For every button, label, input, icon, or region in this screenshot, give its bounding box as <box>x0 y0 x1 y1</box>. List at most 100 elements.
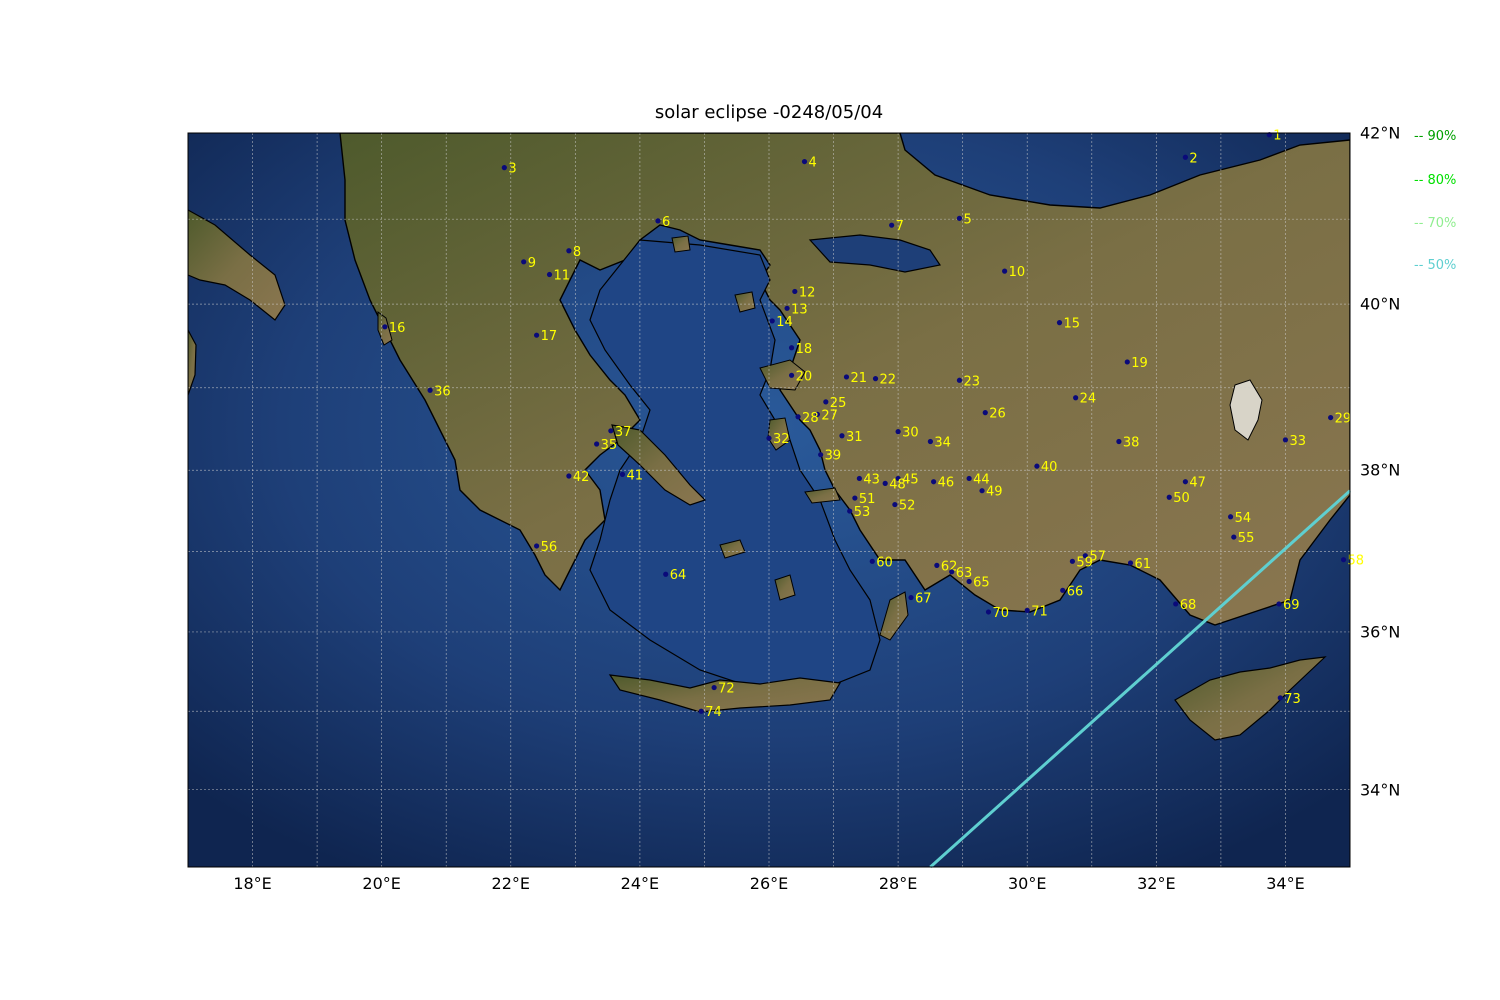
location-label: 59 <box>1076 555 1093 570</box>
location-point <box>1056 320 1063 326</box>
location-point <box>1182 154 1188 160</box>
x-tick-label: 30°E <box>1007 874 1047 893</box>
location-label: 8 <box>573 245 581 260</box>
location-point <box>769 318 775 324</box>
legend-entry: -- 80% <box>1414 173 1457 188</box>
location-point <box>949 569 955 575</box>
location-label: 73 <box>1284 692 1301 707</box>
location-label: 9 <box>528 256 536 271</box>
y-tick-label: 38°N <box>1360 460 1401 480</box>
location-point <box>1328 414 1334 421</box>
location-point <box>1231 534 1237 540</box>
location-label: 63 <box>956 566 973 581</box>
location-point <box>594 441 600 447</box>
location-point <box>1002 268 1008 274</box>
location-point <box>956 377 963 383</box>
location-point <box>869 558 875 564</box>
location-label: 56 <box>541 540 558 555</box>
location-point <box>801 158 808 165</box>
location-point <box>847 508 853 514</box>
location-label: 70 <box>992 606 1009 621</box>
location-label: 34 <box>934 436 951 451</box>
x-tick-label: 28°E <box>878 874 918 893</box>
location-point <box>382 324 388 330</box>
location-label: 31 <box>846 430 863 445</box>
location-point <box>934 562 940 568</box>
location-label: 55 <box>1238 531 1255 546</box>
location-label: 74 <box>705 705 722 720</box>
location-label: 6 <box>662 215 670 230</box>
location-point <box>566 473 572 479</box>
location-point <box>698 708 704 714</box>
location-point <box>889 222 895 228</box>
location-point <box>501 165 507 171</box>
location-label: 35 <box>601 438 618 453</box>
location-point <box>795 414 801 420</box>
location-point <box>1124 359 1130 365</box>
location-label: 53 <box>854 505 871 520</box>
location-label: 3 <box>508 162 516 177</box>
location-point <box>818 452 824 458</box>
location-label: 22 <box>880 373 897 388</box>
location-label: 10 <box>1009 265 1026 280</box>
x-tick-label: 34°E <box>1266 874 1305 893</box>
location-label: 65 <box>973 575 990 590</box>
location-label: 15 <box>1064 317 1081 332</box>
location-label: 39 <box>825 449 842 464</box>
location-point <box>966 475 972 482</box>
x-tick-label: 22°E <box>491 874 530 893</box>
location-label: 18 <box>796 342 813 357</box>
location-point <box>608 428 614 434</box>
location-point <box>534 332 540 338</box>
location-label: 43 <box>863 472 880 487</box>
location-label: 32 <box>773 432 790 447</box>
location-label: 16 <box>389 321 406 336</box>
location-point <box>1277 695 1283 701</box>
location-label: 64 <box>670 568 687 583</box>
location-label: 48 <box>889 477 906 492</box>
location-label: 61 <box>1135 557 1152 572</box>
location-point <box>1340 557 1347 563</box>
location-point <box>852 495 858 501</box>
location-point <box>711 684 717 691</box>
location-label: 13 <box>791 302 808 317</box>
location-label: 17 <box>541 329 558 344</box>
location-point <box>1282 437 1289 443</box>
location-point <box>655 218 661 224</box>
location-label: 38 <box>1123 436 1140 451</box>
location-point <box>1060 587 1066 593</box>
location-label: 26 <box>989 407 1006 422</box>
location-point <box>843 374 850 380</box>
location-point <box>872 376 879 382</box>
location-label: 40 <box>1041 460 1058 475</box>
location-label: 60 <box>876 555 893 570</box>
location-label: 69 <box>1283 598 1300 613</box>
location-point <box>546 271 553 278</box>
location-label: 36 <box>434 384 451 399</box>
location-point <box>1182 479 1188 485</box>
location-label: 66 <box>1067 584 1084 599</box>
location-point <box>856 475 862 482</box>
legend-entry: -- 70% <box>1414 216 1457 231</box>
location-point <box>1173 601 1179 607</box>
location-point <box>1127 560 1134 566</box>
location-label: 29 <box>1335 412 1352 427</box>
location-label: 14 <box>776 315 793 330</box>
location-point <box>619 471 626 477</box>
location-point <box>1227 514 1234 520</box>
location-point <box>966 578 972 585</box>
x-tick-label: 24°E <box>620 874 660 893</box>
location-label: 7 <box>896 219 904 234</box>
location-point <box>956 215 963 221</box>
location-point <box>1116 438 1122 445</box>
location-label: 33 <box>1289 434 1306 449</box>
location-point <box>892 501 898 508</box>
location-label: 11 <box>554 269 571 284</box>
location-label: 41 <box>626 468 643 483</box>
location-point <box>792 288 798 295</box>
location-point <box>982 410 988 416</box>
location-point <box>1073 395 1079 401</box>
location-point <box>766 435 772 441</box>
location-point <box>931 479 937 485</box>
location-point <box>823 399 829 405</box>
